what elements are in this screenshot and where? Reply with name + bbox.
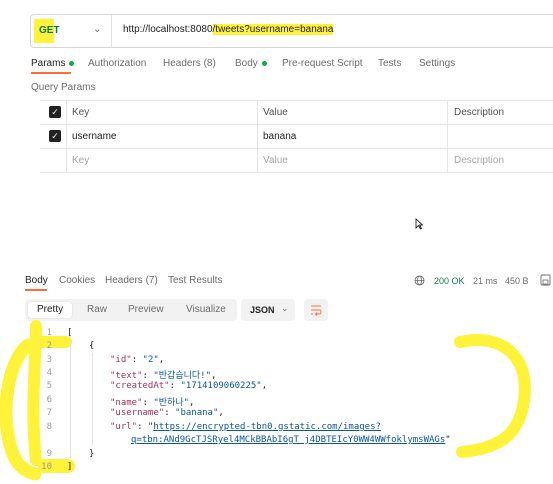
table-border: [40, 148, 553, 149]
line-number: 6: [46, 395, 52, 405]
json-close-array: ]: [67, 462, 73, 472]
json-url-link[interactable]: https://encrypted-tbn0.gstatic.com/image…: [153, 422, 381, 432]
params-indicator-dot: [69, 60, 75, 66]
json-line-url-cont: q=tbn:ANd9GcTJSRyel4MCkBBAbI6gT_j4DBTEIc…: [131, 435, 451, 445]
line-number: 3: [46, 355, 52, 365]
format-label: JSON: [250, 305, 275, 315]
wrap-lines-icon: [311, 305, 322, 316]
view-raw-button[interactable]: Raw: [87, 302, 107, 318]
url-path-highlighted: /tweets?username=banana: [212, 24, 334, 35]
mouse-cursor-icon: [415, 218, 423, 230]
json-url-link-cont[interactable]: q=tbn:ANd9GcTJSRyel4MCkBBAbI6gT_j4DBTEIc…: [131, 435, 445, 445]
column-divider: [447, 100, 448, 172]
line-number: 8: [46, 422, 52, 432]
new-description-input[interactable]: Description: [454, 155, 504, 166]
tab-settings[interactable]: Settings: [419, 58, 455, 69]
response-tab-body[interactable]: Body: [25, 275, 48, 286]
response-tab-cookies[interactable]: Cookies: [59, 275, 95, 286]
json-line-id: "id": "2",: [110, 355, 165, 365]
line-number: 4: [46, 368, 52, 378]
json-open-array: [: [67, 328, 73, 338]
response-tab-underline: [25, 289, 47, 291]
column-divider: [257, 100, 258, 172]
tab-authorization[interactable]: Authorization: [88, 58, 146, 69]
column-header-value: Value: [263, 107, 288, 118]
active-tab-underline: [31, 72, 71, 74]
column-header-description: Description: [454, 107, 505, 118]
line-number: 2: [46, 341, 52, 351]
response-size[interactable]: 450 B: [505, 276, 529, 286]
table-border-top: [40, 100, 553, 101]
response-tab-headers[interactable]: Headers (7): [105, 275, 158, 286]
tab-params-label: Params: [31, 58, 66, 69]
select-all-checkbox[interactable]: ✓: [49, 106, 61, 118]
highlight-annotation: [0, 320, 531, 481]
json-line-username: "username": "banana",: [110, 408, 224, 418]
column-header-key: Key: [72, 107, 90, 118]
column-divider: [66, 100, 67, 172]
param-checkbox[interactable]: ✓: [49, 130, 61, 142]
view-preview-button[interactable]: Preview: [128, 302, 164, 318]
indent-guide: [92, 353, 93, 445]
line-number: 9: [46, 449, 52, 459]
method-select[interactable]: GET ⌄: [31, 15, 112, 47]
url-base: http://localhost:8080: [123, 24, 213, 35]
line-number: 7: [46, 408, 52, 418]
new-value-input[interactable]: Value: [263, 155, 288, 166]
table-border-bottom: [40, 172, 553, 173]
status-code[interactable]: 200 OK: [434, 276, 465, 286]
response-tab-test-results[interactable]: Test Results: [168, 275, 222, 286]
indent-guide: [70, 340, 71, 458]
tab-body[interactable]: Body: [235, 58, 267, 69]
json-line-name: "name": "반하나",: [110, 398, 195, 408]
json-close-object: }: [89, 449, 95, 459]
query-params-title: Query Params: [31, 82, 96, 93]
json-line-text: "text": "반갑습니다!",: [110, 371, 217, 381]
response-time[interactable]: 21 ms: [473, 276, 498, 286]
json-line-createdat: "createdAt": "1714109060225",: [110, 381, 268, 391]
tab-body-label: Body: [235, 58, 258, 69]
json-line-url: "url": "https://encrypted-tbn0.gstatic.c…: [110, 422, 381, 432]
line-number: 10: [41, 462, 52, 472]
globe-icon[interactable]: [414, 275, 425, 286]
request-bar: GET ⌄ http://localhost:8080/tweets?usern…: [30, 14, 553, 48]
tab-headers[interactable]: Headers (8): [163, 58, 216, 69]
line-number: 5: [46, 381, 52, 391]
param-value[interactable]: banana: [263, 131, 296, 142]
method-label: GET: [39, 25, 60, 36]
view-visualize-button[interactable]: Visualize: [186, 302, 226, 318]
tab-pre-request-script[interactable]: Pre-request Script: [282, 58, 363, 69]
body-indicator-dot: [261, 60, 267, 66]
wrap-lines-button[interactable]: [304, 299, 328, 321]
line-number: 1: [46, 328, 52, 338]
save-response-icon[interactable]: [540, 274, 551, 286]
new-key-input[interactable]: Key: [72, 155, 89, 166]
format-select[interactable]: JSON ⌄: [241, 299, 295, 321]
view-pretty-button[interactable]: Pretty: [37, 302, 63, 318]
chevron-down-icon: ⌄: [281, 303, 289, 313]
table-border: [40, 124, 553, 125]
tab-params[interactable]: Params: [31, 58, 75, 69]
param-key[interactable]: username: [72, 131, 116, 142]
json-open-object: {: [89, 341, 95, 351]
chevron-down-icon: ⌄: [93, 24, 102, 35]
url-input[interactable]: http://localhost:8080/tweets?username=ba…: [123, 24, 334, 35]
tab-tests[interactable]: Tests: [378, 58, 401, 69]
